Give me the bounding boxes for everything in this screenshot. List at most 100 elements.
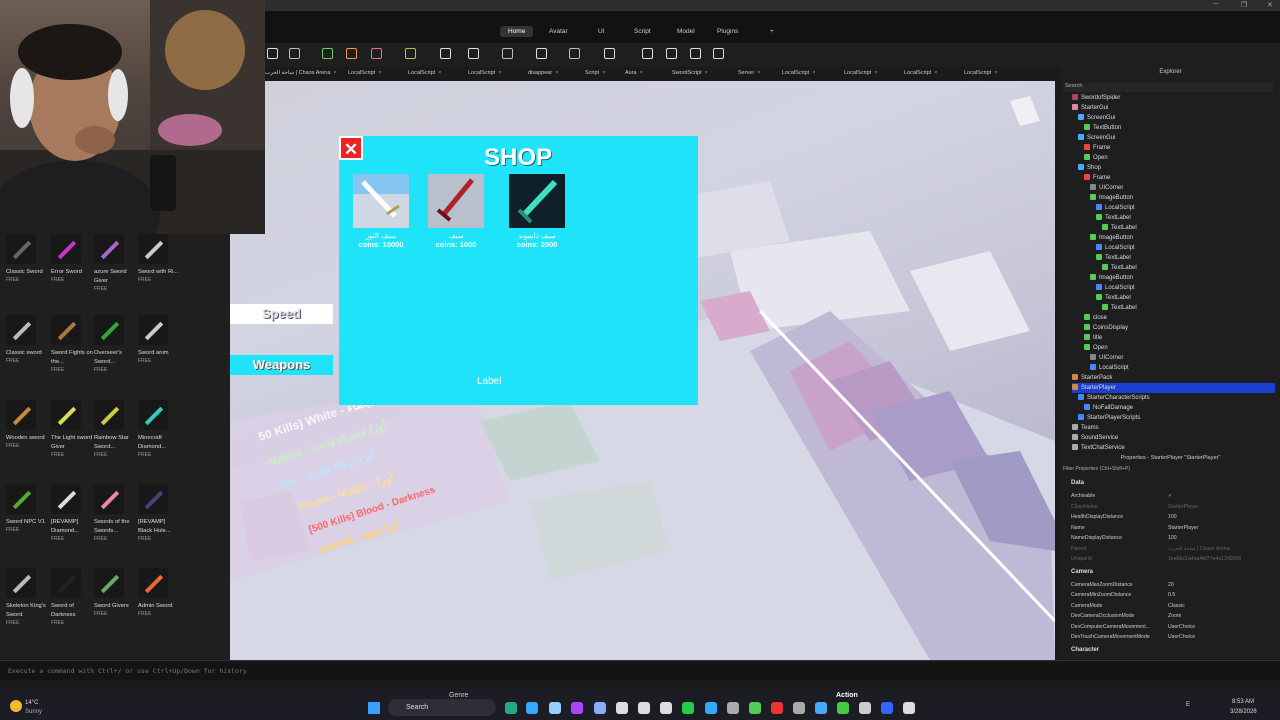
close-tab-icon[interactable]: × (934, 70, 937, 76)
document-tab[interactable]: LocalScript × (964, 70, 997, 76)
close-tab-icon[interactable]: × (378, 70, 381, 76)
explorer-tree-item[interactable]: LocalScript (1096, 243, 1135, 253)
toolbar-tool-icon[interactable] (289, 48, 300, 59)
toolbar-tool-icon[interactable] (440, 48, 451, 59)
explorer-search-input[interactable]: Search (1063, 83, 1273, 92)
properties-section-header[interactable]: Character (1071, 647, 1099, 653)
toolbar-tool-icon[interactable] (322, 48, 333, 59)
windows-start-icon[interactable] (368, 702, 380, 714)
toolbox-item[interactable]: Skeleton King's Sword FREE (0, 568, 48, 626)
document-tab[interactable]: LocalScript × (904, 70, 937, 76)
document-tab[interactable]: LocalScript × (844, 70, 877, 76)
toolbar-tool-icon[interactable] (690, 48, 701, 59)
toolbox-item[interactable]: Sword NPC V1 FREE (0, 484, 48, 533)
toolbox-item[interactable]: Sword Givers FREE (88, 568, 136, 617)
properties-section-header[interactable]: Camera (1071, 569, 1093, 575)
toolbox-item[interactable]: The Light sword Giver FREE (45, 400, 93, 458)
toolbar-tool-icon[interactable] (713, 48, 724, 59)
document-tab[interactable]: ساحة الحرب | Chaos Arena × (265, 70, 337, 76)
toolbox-item[interactable]: Sword with Ri... FREE (132, 234, 180, 283)
close-tab-icon[interactable]: × (757, 70, 760, 76)
explorer-tree-item[interactable]: ImageButton (1090, 273, 1133, 283)
property-value[interactable]: 20 (1168, 582, 1174, 588)
explorer-tree-item[interactable]: ImageButton (1090, 233, 1133, 243)
close-tab-icon[interactable]: × (333, 70, 336, 76)
document-tab[interactable]: LocalScript × (782, 70, 815, 76)
taskbar-app-icon[interactable] (682, 702, 694, 714)
toolbar-tool-icon[interactable] (346, 48, 357, 59)
close-tab-icon[interactable]: × (555, 70, 558, 76)
explorer-tree-item[interactable]: StarterPlayer (1072, 383, 1275, 393)
close-tab-icon[interactable]: × (705, 70, 708, 76)
explorer-tree-item[interactable]: UICorner (1090, 353, 1123, 363)
explorer-tree-item[interactable]: ImageButton (1090, 193, 1133, 203)
toolbox-item[interactable]: [REVAMP] Diamond... FREE (45, 484, 93, 542)
explorer-tree-item[interactable]: TextLabel (1096, 253, 1131, 263)
taskbar-app-icon[interactable] (793, 702, 805, 714)
explorer-tree-item[interactable]: ScreenGui (1078, 133, 1115, 143)
toolbar-tool-icon[interactable] (468, 48, 479, 59)
toolbox-item[interactable]: Classic sword FREE (0, 315, 48, 364)
explorer-tree-item[interactable]: LocalScript (1096, 283, 1135, 293)
taskbar-app-icon[interactable] (705, 702, 717, 714)
property-value[interactable]: Zoom (1168, 613, 1181, 619)
ribbon-tab[interactable]: Script (626, 26, 659, 37)
property-value[interactable]: 1ea6bc1a4aa4bf77e4a12d0000 (1168, 556, 1241, 562)
ribbon-tab[interactable]: Plugins (709, 26, 746, 37)
explorer-tree-item[interactable]: NoFallDamage (1084, 403, 1133, 413)
taskbar-app-icon[interactable] (881, 702, 893, 714)
explorer-tree-item[interactable]: StarterCharacterScripts (1078, 393, 1150, 403)
toolbar-tool-icon[interactable] (371, 48, 382, 59)
ribbon-tab[interactable]: Avatar (541, 26, 576, 37)
toolbox-item[interactable]: Admin Sword FREE (132, 568, 180, 617)
close-tab-icon[interactable]: × (874, 70, 877, 76)
property-value[interactable]: ساحة الحرب | Chaos Arena (1168, 546, 1230, 552)
toolbox-item[interactable]: [REVAMP] Black Hole... FREE (132, 484, 180, 542)
close-tab-icon[interactable]: × (602, 70, 605, 76)
shop-item[interactable]: سيف دايموند coins: 2000 (507, 174, 567, 249)
explorer-tree-item[interactable]: TextLabel (1096, 293, 1131, 303)
taskbar-app-icon[interactable] (903, 702, 915, 714)
explorer-tree-item[interactable]: TextChatService (1072, 443, 1125, 453)
ribbon-tab[interactable]: + (762, 26, 782, 37)
toolbox-item[interactable]: Classic Sword FREE (0, 234, 48, 283)
explorer-tree-item[interactable]: Shop (1078, 163, 1101, 173)
taskbar-app-icon[interactable] (771, 702, 783, 714)
toolbar-tool-icon[interactable] (569, 48, 580, 59)
explorer-tree-item[interactable]: LocalScript (1090, 363, 1129, 373)
taskbar-app-icon[interactable] (859, 702, 871, 714)
speed-button[interactable]: Speed (230, 304, 333, 324)
taskbar-app-icon[interactable] (638, 702, 650, 714)
minimize-icon[interactable]: ─ (1213, 1, 1218, 8)
properties-section-header[interactable]: Data (1071, 480, 1084, 486)
taskbar-app-icon[interactable] (526, 702, 538, 714)
weather-icon[interactable] (10, 700, 22, 712)
taskbar-app-icon[interactable] (616, 702, 628, 714)
property-value[interactable]: Classic (1168, 603, 1185, 609)
close-tab-icon[interactable]: × (438, 70, 441, 76)
explorer-tree-item[interactable]: UICorner (1090, 183, 1123, 193)
document-tab[interactable]: Script × (585, 70, 605, 76)
taskbar-app-icon[interactable] (749, 702, 761, 714)
explorer-tree-item[interactable]: Open (1084, 153, 1108, 163)
explorer-tree-item[interactable]: TextLabel (1102, 263, 1137, 273)
clock-time[interactable]: 8:53 AM (1232, 699, 1254, 705)
ribbon-tab[interactable]: Model (669, 26, 703, 37)
property-value[interactable]: UserChoice (1168, 634, 1195, 640)
language-indicator[interactable]: E (1186, 702, 1190, 708)
document-tab[interactable]: Aura × (625, 70, 643, 76)
taskbar-app-icon[interactable] (727, 702, 739, 714)
explorer-tree-item[interactable]: title (1084, 333, 1102, 343)
property-value[interactable]: 100 (1168, 514, 1177, 520)
ribbon-tab[interactable]: Home (500, 26, 534, 37)
toolbox-item[interactable]: Sword of Darkness FREE (45, 568, 93, 626)
document-tab[interactable]: LocalScript × (408, 70, 441, 76)
explorer-tree-item[interactable]: ScreenGui (1078, 113, 1115, 123)
taskbar-app-icon[interactable] (837, 702, 849, 714)
taskbar-app-icon[interactable] (505, 702, 517, 714)
taskbar-app-icon[interactable] (549, 702, 561, 714)
explorer-tree-item[interactable]: SoundService (1072, 433, 1118, 443)
clock-date[interactable]: 3/28/2026 (1230, 709, 1257, 715)
explorer-tree-item[interactable]: StarterPlayerScripts (1078, 413, 1140, 423)
property-value[interactable]: StarterPlayer (1168, 504, 1198, 510)
